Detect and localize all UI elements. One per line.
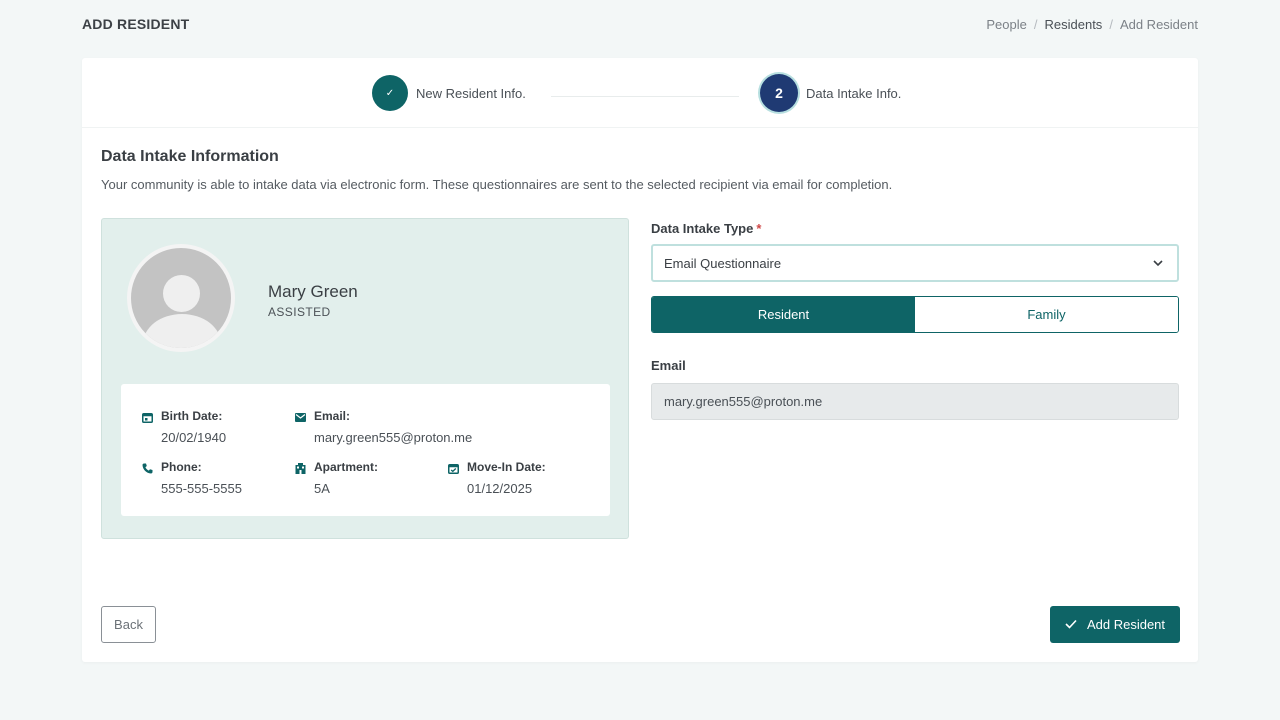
detail-value: mary.green555@proton.me: [314, 430, 473, 445]
check-icon: ✓: [372, 75, 408, 111]
building-icon: [294, 462, 306, 474]
avatar-head: [163, 275, 200, 312]
breadcrumb-separator: /: [1033, 17, 1038, 32]
detail-label: Birth Date:: [161, 409, 223, 423]
section-description: Your community is able to intake data vi…: [101, 177, 893, 192]
detail-label: Email:: [314, 409, 351, 423]
chevron-down-icon: [1151, 256, 1165, 270]
step-new-resident-info[interactable]: ✓ New Resident Info.: [372, 75, 526, 111]
intake-type-value: Email Questionnaire: [664, 255, 782, 271]
back-button[interactable]: Back: [101, 606, 156, 643]
page-title: ADD RESIDENT: [82, 16, 190, 32]
add-resident-label: Add Resident: [1086, 617, 1166, 632]
step-connector: [551, 96, 739, 97]
breadcrumb-add-resident: Add Resident: [1119, 17, 1198, 32]
phone-icon: [141, 462, 153, 474]
recipient-family-button[interactable]: Family: [915, 297, 1178, 332]
main-card: ✓ New Resident Info. 2 Data Intake Info.…: [82, 58, 1198, 662]
calendar-icon: [141, 411, 153, 423]
breadcrumb: People / Residents / Add Resident: [986, 17, 1198, 32]
resident-details: Birth Date: 20/02/1940 Email: mary.green…: [121, 384, 610, 516]
resident-care-level: ASSISTED: [268, 305, 331, 319]
required-marker: *: [756, 221, 762, 236]
avatar: [127, 244, 235, 352]
check-icon: [1065, 617, 1077, 632]
email-field[interactable]: mary.green555@proton.me: [651, 383, 1179, 420]
step-label: Data Intake Info.: [806, 85, 902, 101]
intake-type-label: Data Intake Type *: [651, 221, 761, 236]
detail-label: Move-In Date:: [467, 460, 546, 474]
detail-label: Apartment:: [314, 460, 379, 474]
detail-value: 5A: [314, 481, 330, 496]
step-label: New Resident Info.: [416, 85, 526, 101]
mail-icon: [294, 411, 306, 423]
detail-value: 20/02/1940: [161, 430, 227, 445]
breadcrumb-separator: /: [1109, 17, 1113, 32]
intake-type-select[interactable]: Email Questionnaire: [651, 244, 1179, 282]
detail-value: 555-555-5555: [161, 481, 242, 496]
step-number: 2: [760, 74, 798, 112]
add-resident-button[interactable]: Add Resident: [1050, 606, 1180, 643]
detail-value: 01/12/2025: [467, 481, 533, 496]
resident-profile-card: Mary Green ASSISTED Birth Date: 20/02/19…: [101, 218, 629, 539]
avatar-body: [143, 314, 221, 348]
calendar-check-icon: [447, 462, 459, 474]
detail-label: Phone:: [161, 460, 202, 474]
recipient-resident-button[interactable]: Resident: [652, 297, 915, 332]
recipient-toggle: Resident Family: [651, 296, 1179, 333]
stepper: ✓ New Resident Info. 2 Data Intake Info.: [82, 58, 1198, 128]
breadcrumb-people[interactable]: People: [986, 17, 1026, 32]
step-data-intake-info[interactable]: 2 Data Intake Info.: [760, 74, 901, 112]
breadcrumb-residents[interactable]: Residents: [1045, 17, 1103, 32]
intake-type-label-text: Data Intake Type: [651, 221, 754, 236]
email-label: Email: [651, 358, 686, 373]
resident-name: Mary Green: [268, 282, 358, 301]
section-title: Data Intake Information: [101, 148, 279, 165]
